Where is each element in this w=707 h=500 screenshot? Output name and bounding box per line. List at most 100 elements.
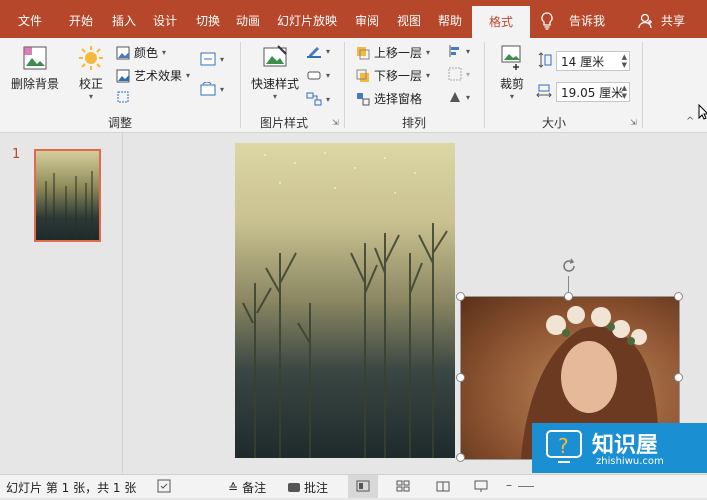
selection-pane-icon [357, 92, 370, 105]
change-picture-button[interactable]: ▾ [200, 52, 224, 66]
rotate-icon [450, 92, 460, 102]
quick-styles-button[interactable]: 快速样式 ▾ [248, 44, 302, 101]
notes-button[interactable]: ≙ 备注 [228, 479, 266, 496]
share-button[interactable]: 共享 [656, 0, 690, 38]
svg-text:?: ? [558, 434, 569, 458]
pen-icon [307, 47, 321, 58]
lightbulb-icon[interactable] [540, 12, 554, 30]
slide-thumbnail[interactable] [34, 149, 101, 242]
forest-image [242, 152, 448, 458]
resize-handle-top-right[interactable] [674, 292, 683, 301]
change-picture-icon [200, 52, 216, 66]
person-icon [638, 13, 654, 32]
slide-thumbnail-pane: 1 [0, 133, 123, 473]
tab-insert[interactable]: 插入 [104, 0, 144, 38]
slideshow-button[interactable] [474, 480, 488, 495]
status-bar: 幻灯片 第 1 张，共 1 张 ≙ 备注 批注 – [0, 474, 707, 498]
crop-button[interactable]: 裁剪 ▾ [494, 44, 530, 101]
crop-icon [501, 45, 521, 70]
group-objects-button[interactable]: ▾ [448, 67, 470, 81]
artistic-effects-button[interactable]: 艺术效果 ▾ [116, 67, 190, 84]
accessibility-icon[interactable] [157, 479, 171, 496]
resize-handle-bottom-left[interactable] [456, 453, 465, 462]
height-icon [538, 52, 552, 71]
width-icon [536, 84, 552, 101]
tab-design[interactable]: 设计 [145, 0, 185, 38]
resize-handle-right[interactable] [674, 373, 683, 382]
picture-layout-button[interactable]: ▾ [306, 92, 330, 106]
zoom-slider[interactable] [518, 486, 534, 487]
picture-border-button[interactable]: ▾ [306, 44, 330, 58]
comments-button[interactable]: 批注 [288, 479, 328, 496]
eraser-icon [307, 71, 321, 80]
spinner-arrows-icon[interactable]: ▲ ▼ [622, 84, 627, 100]
dialog-launcher-icon[interactable]: ⇲ [332, 118, 339, 127]
tab-help[interactable]: 帮助 [430, 0, 470, 38]
reset-picture-button[interactable]: ▾ [200, 82, 224, 96]
slide-sorter-icon [396, 480, 410, 492]
dialog-launcher-icon[interactable]: ⇲ [630, 118, 637, 127]
slide[interactable] [235, 143, 455, 458]
mouse-cursor-icon [698, 103, 707, 123]
normal-view-button[interactable] [348, 475, 378, 498]
resize-handle-top[interactable] [564, 292, 573, 301]
tab-file[interactable]: 文件 [10, 0, 50, 38]
slide-sorter-button[interactable] [396, 480, 410, 495]
spinner-arrows-icon[interactable]: ▲ ▼ [622, 53, 627, 69]
color-button[interactable]: 颜色 ▾ [116, 44, 166, 61]
tab-view[interactable]: 视图 [389, 0, 429, 38]
compress-icon [117, 91, 129, 103]
chevron-down-icon: ▾ [509, 92, 514, 101]
remove-background-label: 删除背景 [10, 77, 59, 91]
reading-view-icon [436, 481, 450, 492]
group-icon [448, 67, 462, 81]
slide-count-status: 幻灯片 第 1 张，共 1 张 [6, 481, 137, 495]
picture-styles-group-label: 图片样式 [260, 116, 309, 130]
corrections-label: 校正 [78, 77, 103, 91]
rotate-button[interactable]: ▾ [448, 90, 470, 104]
rotate-handle-icon[interactable] [559, 256, 579, 279]
crop-label: 裁剪 [499, 77, 524, 91]
artistic-effects-icon [116, 69, 130, 82]
watermark-brand: 知识屋 [592, 433, 659, 458]
compress-pictures-button[interactable] [116, 90, 130, 104]
selection-pane-label: 选择窗格 [374, 92, 423, 106]
tab-format[interactable]: 格式 [472, 6, 530, 38]
tell-me-search[interactable]: 告诉我 [562, 0, 612, 38]
selection-pane-button[interactable]: 选择窗格 [356, 90, 422, 107]
corrections-button[interactable]: 校正 ▾ [74, 44, 108, 101]
watermark-logo-icon: ? [546, 430, 582, 463]
chevron-down-icon: ▾ [272, 92, 277, 101]
notes-label: 备注 [242, 481, 267, 495]
group-divider [240, 42, 241, 128]
send-backward-button[interactable]: 下移一层 ▾ [356, 67, 430, 84]
tab-home[interactable]: 开始 [61, 0, 101, 38]
zoom-out-button[interactable]: – [506, 478, 512, 492]
tab-animations[interactable]: 动画 [228, 0, 268, 38]
layout-icon [306, 92, 322, 106]
ribbon-tab-bar: 文件 开始 插入 设计 切换 动画 幻灯片放映 审阅 视图 帮助 格式 告诉我 … [0, 0, 707, 38]
reading-view-button[interactable] [436, 480, 450, 495]
slide-editing-canvas: ? 知识屋 zhishiwu.com [123, 133, 707, 473]
resize-handle-top-left[interactable] [456, 292, 465, 301]
tab-review[interactable]: 审阅 [347, 0, 387, 38]
height-field[interactable]: 14 厘米 ▲ ▼ [556, 51, 630, 71]
adjust-group-label: 调整 [108, 116, 133, 130]
tab-transitions[interactable]: 切换 [188, 0, 228, 38]
group-divider [484, 42, 485, 128]
size-group-label: 大小 [542, 116, 567, 130]
width-field[interactable]: 19.05 厘米 ▲ ▼ [556, 82, 630, 102]
resize-handle-left[interactable] [456, 373, 465, 382]
forest-thumbnail-image [45, 171, 93, 240]
picture-effects-button[interactable]: ▾ [306, 68, 330, 82]
send-backward-icon [356, 69, 369, 82]
bring-forward-button[interactable]: 上移一层 ▾ [356, 44, 430, 61]
chevron-down-icon: ▾ [88, 92, 93, 101]
collapse-ribbon-icon[interactable]: ^ [686, 116, 694, 127]
tab-slideshow[interactable]: 幻灯片放映 [272, 0, 342, 38]
comment-icon [288, 483, 300, 492]
remove-background-button[interactable]: 删除背景 [8, 44, 62, 92]
align-button[interactable]: ▾ [448, 44, 470, 58]
comments-label: 批注 [304, 481, 329, 495]
width-value: 19.05 厘米 [561, 86, 624, 100]
